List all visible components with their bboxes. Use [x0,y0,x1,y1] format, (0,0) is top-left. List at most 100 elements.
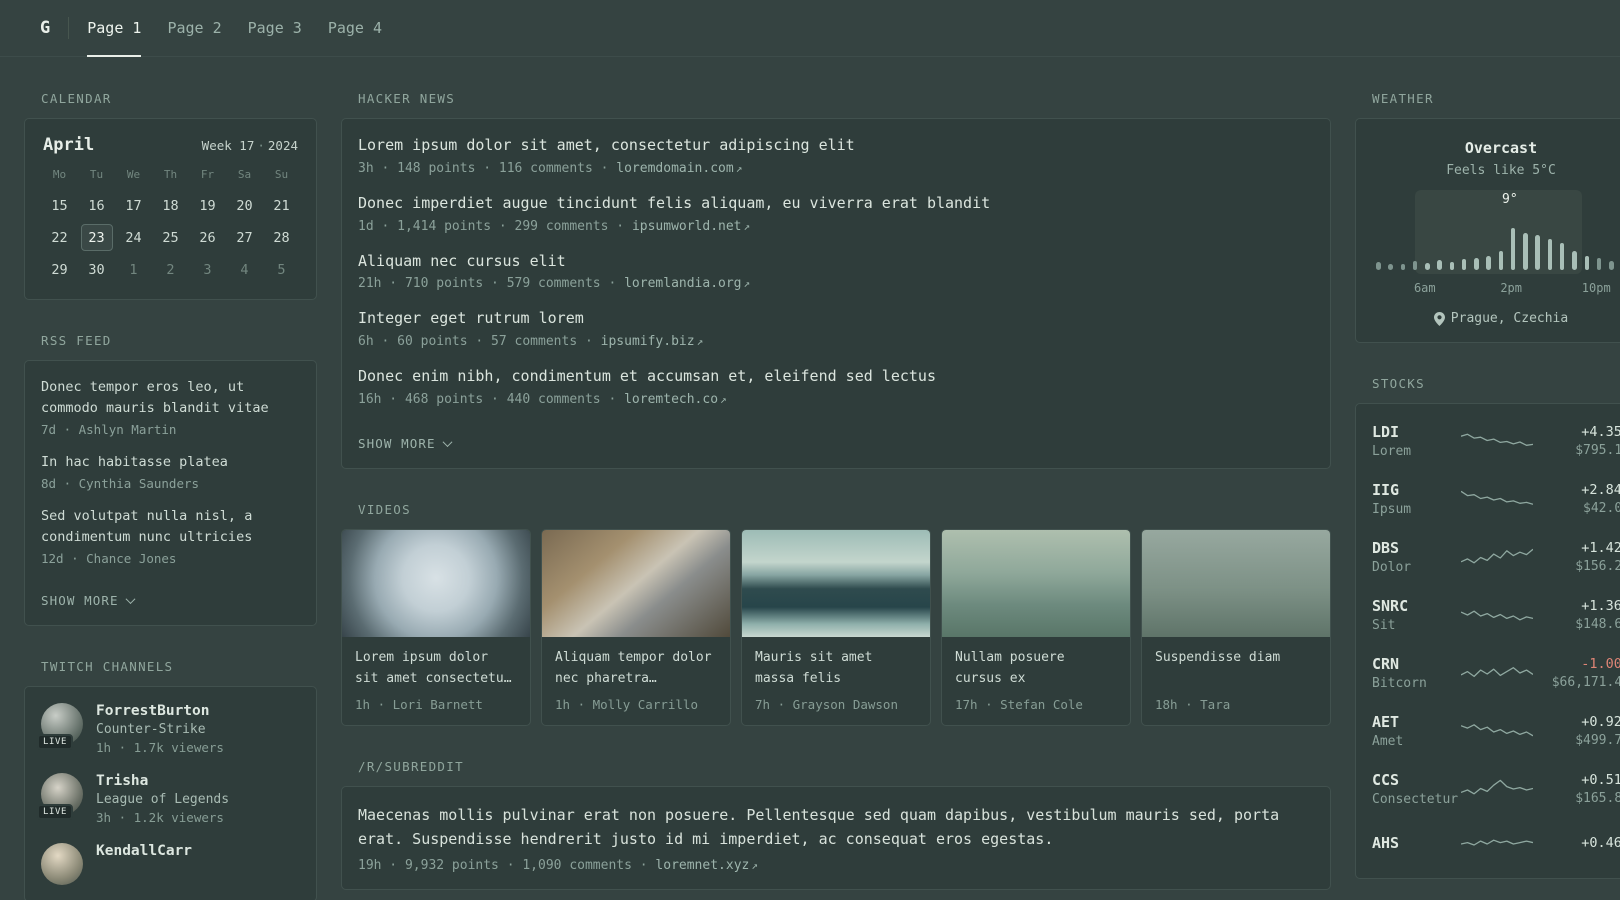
video-title[interactable]: Mauris sit amet massa felis [755,648,917,690]
calendar-card: April Week 17 · 2024 Mo Tu We Th Fr Sa Su … [24,118,317,300]
hn-item-domain-link[interactable]: loremtech.co [624,392,718,407]
calendar-dow: We [126,168,141,181]
app-logo[interactable]: G [40,18,50,38]
video-thumbnail[interactable] [1142,529,1330,637]
calendar-day-next-month: 5 [277,261,286,278]
stock-row[interactable]: CCS Consectetur +0.51% $165.84 [1372,760,1620,818]
stock-symbol: SNRC [1372,597,1409,615]
twitch-channel-name[interactable]: ForrestBurton [96,703,224,719]
hn-item-domain-link[interactable]: loremdomain.com [616,161,733,176]
subreddit-domain-link[interactable]: loremnet.xyz [655,858,749,873]
stock-row[interactable]: AHS +0.46% [1372,818,1620,870]
hn-item-title-link[interactable]: Donec enim nibh, condimentum et accumsan… [358,366,1314,388]
weather-chart: 9° 6am 2pm 10pm [1374,190,1620,296]
video-meta: 7h · Grayson Dawson [755,696,898,712]
twitch-widget: TWITCH CHANNELS LIVE ForrestBurton Count… [24,659,317,900]
video-meta: 18h · Tara [1155,696,1231,712]
rss-item-meta: 8d · Cynthia Saunders [41,475,200,491]
tab-page-4[interactable]: Page 4 [328,0,382,56]
calendar-day: 30 [88,261,105,278]
video-thumbnail[interactable] [742,529,930,637]
hn-item-domain-link[interactable]: ipsumworld.net [632,219,742,234]
weather-time-label: 6am [1413,281,1436,295]
video-thumbnail[interactable] [342,529,530,637]
stock-name: Sit [1372,618,1396,633]
stock-row[interactable]: AET Amet +0.92% $499.72 [1372,702,1620,760]
video-card[interactable]: Aliquam tempor dolor nec pharetra… 1h · … [541,528,731,726]
rss-item-title[interactable]: Donec tempor eros leo, ut commodo mauris… [41,377,300,419]
hn-item: Aliquam nec cursus elit 21h · 710 points… [358,251,1314,292]
hn-item-meta: 16h · 468 points · 440 comments · loremt… [358,391,727,407]
rss-item-meta: 12d · Chance Jones [41,550,177,566]
video-thumbnail[interactable] [942,529,1130,637]
stock-row[interactable]: LDI Lorem +4.35% $795.18 [1372,412,1620,470]
rss-item-title[interactable]: Sed volutpat nulla nisl, a condimentum n… [41,506,300,548]
stock-sparkline [1460,716,1534,746]
twitch-channel-name[interactable]: Trisha [96,773,229,789]
rss-show-more-button[interactable]: SHOW MORE [41,593,136,608]
hn-item-meta: 1d · 1,414 points · 299 comments · ipsum… [358,218,751,234]
stock-row[interactable]: CRN Bitcorn -1.00% $66,171.48 [1372,644,1620,702]
stock-row[interactable]: SNRC Sit +1.36% $148.64 [1372,586,1620,644]
hn-item-title-link[interactable]: Donec imperdiet augue tincidunt felis al… [358,193,1314,215]
calendar-day: 20 [236,197,253,214]
hn-item: Donec imperdiet augue tincidunt felis al… [358,193,1314,234]
dashboard-page: G Page 1 Page 2 Page 3 Page 4 CALENDAR A… [0,0,1620,900]
stock-symbol: LDI [1372,423,1400,441]
video-title[interactable]: Suspendisse diam [1155,648,1317,690]
calendar-day-selected: 23 [80,224,113,251]
rss-item-meta: 7d · Ashlyn Martin [41,421,177,437]
hackernews-show-more-button[interactable]: SHOW MORE [358,436,453,451]
rss-item-title[interactable]: In hac habitasse platea [41,452,300,473]
stock-change: +1.36% [1581,598,1620,614]
video-card[interactable]: Suspendisse diam 18h · Tara [1141,528,1331,726]
stock-row[interactable]: DBS Dolor +1.42% $156.28 [1372,528,1620,586]
calendar-day-next-month: 2 [166,261,175,278]
subreddit-post-title[interactable]: Maecenas mollis pulvinar erat non posuer… [358,806,1279,848]
stock-name: Lorem [1372,444,1412,459]
hn-item-domain-link[interactable]: ipsumify.biz [601,334,695,349]
stock-symbol: IIG [1372,481,1400,499]
video-card[interactable]: Nullam posuere cursus ex 17h · Stefan Co… [941,528,1131,726]
calendar-widget-title: CALENDAR [41,91,112,106]
hn-item: Integer eget rutrum lorem 6h · 60 points… [358,308,1314,349]
calendar-day: 21 [273,197,290,214]
video-thumbnail[interactable] [542,529,730,637]
hackernews-card: Lorem ipsum dolor sit amet, consectetur … [341,118,1331,469]
twitch-channel-row[interactable]: KendallCarr [41,842,300,885]
video-title[interactable]: Aliquam tempor dolor nec pharetra… [555,648,717,690]
hn-item-domain-link[interactable]: loremlandia.org [624,276,741,291]
tab-page-1[interactable]: Page 1 [87,0,142,57]
video-card[interactable]: Mauris sit amet massa felis 7h · Grayson… [741,528,931,726]
twitch-channel-row[interactable]: LIVE ForrestBurton Counter-Strike 1h · 1… [37,702,300,755]
stock-price: $42.04 [1583,501,1620,516]
video-card[interactable]: Lorem ipsum dolor sit amet consectetu… 1… [341,528,531,726]
twitch-channel-row[interactable]: LIVE Trisha League of Legends 3h · 1.2k … [37,772,300,825]
videos-widget: VIDEOS Lorem ipsum dolor sit amet consec… [341,502,1331,726]
external-link-icon: ↗ [720,392,727,406]
video-title[interactable]: Lorem ipsum dolor sit amet consectetu… [355,648,517,690]
video-meta: 1h · Molly Carrillo [555,696,698,712]
tab-page-2[interactable]: Page 2 [167,0,221,56]
stock-row[interactable]: IIG Ipsum +2.84% $42.04 [1372,470,1620,528]
calendar-day: 24 [125,229,142,246]
rss-item: In hac habitasse platea 8d · Cynthia Sau… [41,452,300,491]
weather-bars [1376,222,1620,270]
calendar-day: 18 [162,197,179,214]
rss-card: Donec tempor eros leo, ut commodo mauris… [24,360,317,626]
tab-page-3[interactable]: Page 3 [248,0,302,56]
hn-item-meta: 6h · 60 points · 57 comments · ipsumify.… [358,334,704,349]
stock-sparkline [1460,774,1534,804]
middle-column: HACKER NEWS Lorem ipsum dolor sit amet, … [341,91,1331,900]
location-pin-icon [1433,311,1445,326]
hn-item-title-link[interactable]: Lorem ipsum dolor sit amet, consectetur … [358,135,1314,157]
stock-name: Consectetur [1372,792,1459,807]
hn-item-title-link[interactable]: Integer eget rutrum lorem [358,308,1314,330]
video-title[interactable]: Nullam posuere cursus ex [955,648,1117,690]
video-meta: 1h · Lori Barnett [355,696,483,712]
stock-symbol: AET [1372,713,1400,731]
stock-sparkline [1460,658,1534,688]
hn-item-title-link[interactable]: Aliquam nec cursus elit [358,251,1314,273]
stock-change: +0.51% [1581,772,1620,788]
twitch-channel-name[interactable]: KendallCarr [96,843,192,859]
